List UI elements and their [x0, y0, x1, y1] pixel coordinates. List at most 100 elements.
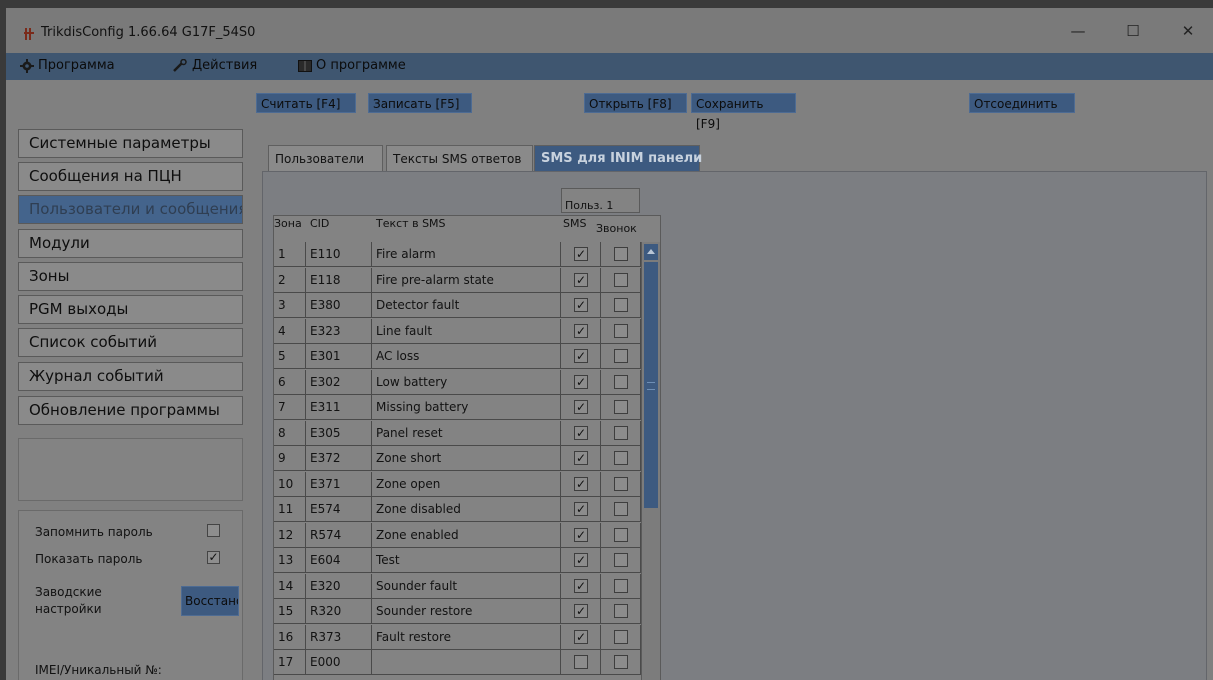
table-scrollbar[interactable] — [641, 242, 660, 680]
table-row[interactable]: 6 E302 Low battery ✓ — [274, 370, 641, 395]
call-checkbox[interactable] — [614, 247, 628, 261]
sms-checkbox[interactable]: ✓ — [574, 528, 588, 542]
nav-firmware-update[interactable]: Обновление программы — [18, 396, 243, 425]
nav-modules[interactable]: Модули — [18, 229, 243, 258]
table-row[interactable]: 5 E301 AC loss ✓ — [274, 344, 641, 369]
nav-event-log[interactable]: Журнал событий — [18, 362, 243, 391]
show-password-checkbox[interactable]: ✓ — [207, 551, 220, 564]
table-row[interactable]: 4 E323 Line fault ✓ — [274, 319, 641, 344]
cell-text[interactable]: Line fault — [372, 319, 561, 344]
sms-checkbox[interactable]: ✓ — [574, 298, 588, 312]
table-row[interactable]: 13 E604 Test ✓ — [274, 548, 641, 573]
cell-sms: ✓ — [561, 472, 601, 497]
nav-pgm-outputs[interactable]: PGM выходы — [18, 295, 243, 324]
sms-checkbox[interactable]: ✓ — [574, 375, 588, 389]
menu-about[interactable]: О программе — [298, 58, 406, 73]
open-button[interactable]: Открыть [F8] — [584, 93, 687, 113]
table-row[interactable]: 10 E371 Zone open ✓ — [274, 472, 641, 497]
table-row[interactable]: 16 R373 Fault restore ✓ — [274, 625, 641, 650]
cell-text[interactable]: Fault restore — [372, 625, 561, 650]
sms-checkbox[interactable]: ✓ — [574, 324, 588, 338]
cell-text[interactable]: Sounder fault — [372, 574, 561, 599]
table-row[interactable]: 17 E000 — [274, 650, 641, 675]
table-row[interactable]: 7 E311 Missing battery ✓ — [274, 395, 641, 420]
remember-password-checkbox[interactable] — [207, 524, 220, 537]
cell-text[interactable]: Missing battery — [372, 395, 561, 420]
minimize-button[interactable]: — — [1068, 22, 1088, 40]
call-checkbox[interactable] — [614, 502, 628, 516]
tab-sms-inim-panel[interactable]: SMS для INIM панели — [534, 145, 702, 173]
sms-checkbox[interactable]: ✓ — [574, 553, 588, 567]
sms-checkbox[interactable]: ✓ — [574, 426, 588, 440]
cell-text[interactable]: Sounder restore — [372, 599, 561, 624]
call-checkbox[interactable] — [614, 273, 628, 287]
table-row[interactable]: 8 E305 Panel reset ✓ — [274, 421, 641, 446]
sms-checkbox[interactable]: ✓ — [574, 400, 588, 414]
sms-checkbox[interactable]: ✓ — [574, 273, 588, 287]
call-checkbox[interactable] — [614, 451, 628, 465]
call-checkbox[interactable] — [614, 426, 628, 440]
login-panel: Запомнить пароль Показать пароль ✓ Завод… — [18, 510, 243, 680]
call-checkbox[interactable] — [614, 349, 628, 363]
call-checkbox[interactable] — [614, 400, 628, 414]
table-row[interactable]: 11 E574 Zone disabled ✓ — [274, 497, 641, 522]
sms-checkbox[interactable]: ✓ — [574, 604, 588, 618]
cell-text[interactable] — [372, 650, 561, 675]
cell-text[interactable]: Zone disabled — [372, 497, 561, 522]
call-checkbox[interactable] — [614, 579, 628, 593]
cell-text[interactable]: Detector fault — [372, 293, 561, 318]
nav-event-list[interactable]: Список событий — [18, 328, 243, 357]
cell-cid: R320 — [306, 599, 372, 624]
call-checkbox[interactable] — [614, 298, 628, 312]
sms-checkbox[interactable]: ✓ — [574, 630, 588, 644]
nav-cms-messages[interactable]: Сообщения на ПЦН — [18, 162, 243, 191]
cell-text[interactable]: Zone enabled — [372, 523, 561, 548]
nav-system-params[interactable]: Системные параметры — [18, 129, 243, 158]
cell-text[interactable]: Test — [372, 548, 561, 573]
sms-checkbox[interactable]: ✓ — [574, 451, 588, 465]
save-button[interactable]: Сохранить [F9] — [691, 93, 796, 131]
table-row[interactable]: 9 E372 Zone short ✓ — [274, 446, 641, 471]
sms-checkbox[interactable]: ✓ — [574, 579, 588, 593]
call-checkbox[interactable] — [614, 630, 628, 644]
cell-text[interactable]: Fire alarm — [372, 242, 561, 267]
disconnect-button[interactable]: Отсоединить — [969, 93, 1075, 113]
scroll-up-button[interactable] — [644, 244, 658, 260]
call-checkbox[interactable] — [614, 375, 628, 389]
maximize-button[interactable]: ☐ — [1123, 22, 1143, 40]
sms-checkbox[interactable] — [574, 655, 588, 669]
write-button[interactable]: Записать [F5] — [368, 93, 472, 113]
nav-users-messages[interactable]: Пользователи и сообщения — [18, 195, 243, 224]
nav-zones[interactable]: Зоны — [18, 262, 243, 291]
table-row[interactable]: 14 E320 Sounder fault ✓ — [274, 574, 641, 599]
call-checkbox[interactable] — [614, 528, 628, 542]
table-row[interactable]: 2 E118 Fire pre-alarm state ✓ — [274, 268, 641, 293]
sms-checkbox[interactable]: ✓ — [574, 247, 588, 261]
cell-text[interactable]: Panel reset — [372, 421, 561, 446]
tab-sms-reply-texts[interactable]: Тексты SMS ответов — [386, 145, 533, 173]
read-button[interactable]: Считать [F4] — [256, 93, 356, 113]
table-row[interactable]: 3 E380 Detector fault ✓ — [274, 293, 641, 318]
call-checkbox[interactable] — [614, 655, 628, 669]
menu-program[interactable]: Программа — [20, 58, 115, 73]
table-row[interactable]: 12 R574 Zone enabled ✓ — [274, 523, 641, 548]
close-button[interactable]: ✕ — [1178, 22, 1198, 40]
sms-checkbox[interactable]: ✓ — [574, 477, 588, 491]
table-row[interactable]: 15 R320 Sounder restore ✓ — [274, 599, 641, 624]
cell-text[interactable]: Zone open — [372, 472, 561, 497]
cell-text[interactable]: Zone short — [372, 446, 561, 471]
cell-text[interactable]: Low battery — [372, 370, 561, 395]
cell-text[interactable]: AC loss — [372, 344, 561, 369]
call-checkbox[interactable] — [614, 477, 628, 491]
table-row[interactable]: 1 E110 Fire alarm ✓ — [274, 242, 641, 267]
restore-defaults-button[interactable]: Восстановить — [181, 586, 239, 616]
call-checkbox[interactable] — [614, 604, 628, 618]
menu-actions[interactable]: Действия — [172, 58, 257, 73]
sms-checkbox[interactable]: ✓ — [574, 502, 588, 516]
cell-text[interactable]: Fire pre-alarm state — [372, 268, 561, 293]
call-checkbox[interactable] — [614, 553, 628, 567]
tab-users[interactable]: Пользователи — [268, 145, 383, 173]
scroll-thumb[interactable] — [644, 262, 658, 508]
call-checkbox[interactable] — [614, 324, 628, 338]
sms-checkbox[interactable]: ✓ — [574, 349, 588, 363]
